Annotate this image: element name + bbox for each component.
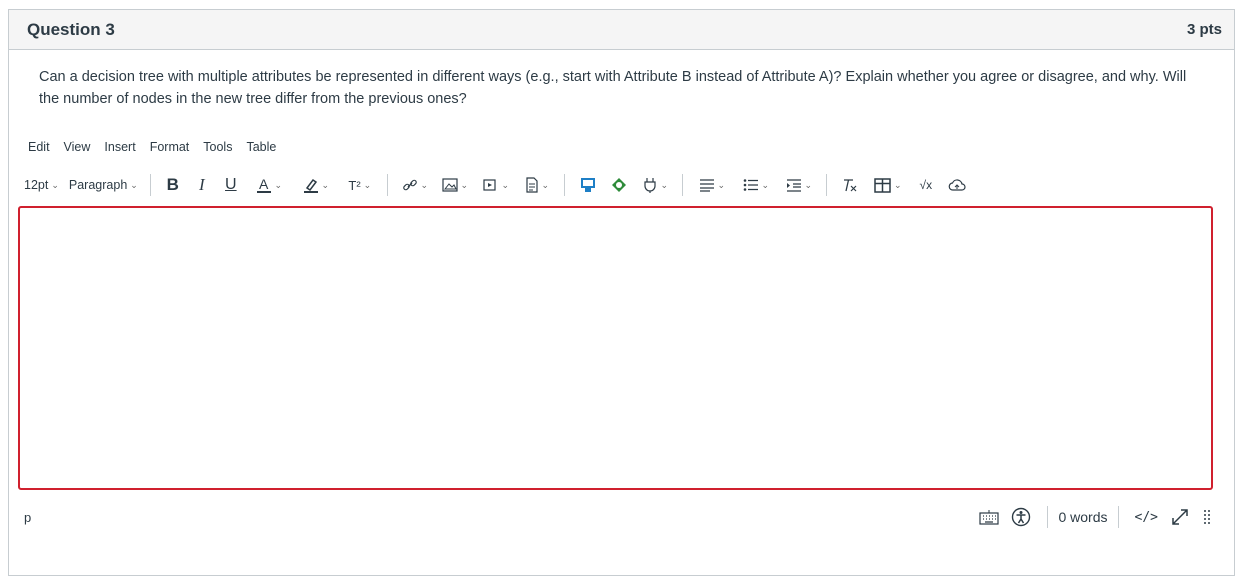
menu-edit[interactable]: Edit	[28, 140, 50, 154]
chevron-down-icon: ⌄	[501, 179, 510, 190]
chevron-down-icon: ⌄	[660, 179, 669, 190]
chevron-down-icon: ⌄	[130, 179, 138, 190]
align-icon	[699, 179, 714, 192]
toolbar-divider	[563, 174, 565, 196]
toolbar-divider	[149, 174, 151, 196]
keyboard-icon	[979, 510, 1000, 525]
bullet-list-icon	[743, 179, 758, 191]
question-text: Can a decision tree with multiple attrib…	[39, 69, 1187, 107]
question-header: Question 3 3 pts	[9, 10, 1234, 50]
element-path[interactable]: p	[24, 510, 31, 525]
recycle-icon	[611, 178, 626, 192]
apps-tool-icon	[580, 178, 595, 192]
superscript-icon: T²	[348, 177, 361, 193]
accessibility-icon	[1012, 507, 1031, 527]
media-icon	[482, 179, 496, 191]
plug-icon	[643, 178, 656, 193]
plugin-button[interactable]: ⌄	[639, 172, 671, 198]
link-icon	[402, 179, 417, 191]
link-button[interactable]: ⌄	[400, 172, 430, 198]
toolbar-divider	[681, 174, 683, 196]
question-points: 3 pts	[1186, 21, 1222, 38]
chevron-down-icon: ⌄	[541, 179, 550, 190]
fullscreen-button[interactable]	[1170, 507, 1190, 527]
menu-view[interactable]: View	[64, 140, 91, 154]
html-editor-toggle[interactable]: </>	[1135, 510, 1158, 525]
apps-tool-button[interactable]	[577, 172, 599, 198]
keyboard-shortcuts-button[interactable]	[979, 509, 1000, 525]
menu-tools[interactable]: Tools	[203, 140, 232, 154]
chevron-down-icon: ⌄	[274, 179, 283, 190]
document-button[interactable]: ⌄	[521, 172, 553, 198]
toolbar-divider	[825, 174, 827, 196]
block-format-select[interactable]: Paragraph ⌄	[69, 172, 138, 198]
document-icon	[525, 177, 538, 193]
underline-icon: U	[225, 176, 237, 193]
square-root-icon: √x	[919, 178, 933, 192]
font-size-value: 12pt	[24, 178, 49, 192]
table-button[interactable]: ⌄	[870, 172, 906, 198]
menu-insert[interactable]: Insert	[104, 140, 135, 154]
editor-statusbar: p 0 words </>	[18, 502, 1218, 532]
highlighter-icon	[303, 178, 318, 193]
word-count[interactable]: 0 words	[1047, 506, 1119, 528]
font-size-select[interactable]: 12pt ⌄	[24, 172, 59, 198]
text-color-button[interactable]: A ⌄	[250, 172, 288, 198]
commons-button[interactable]	[608, 172, 630, 198]
image-button[interactable]: ⌄	[439, 172, 471, 198]
accessibility-checker-button[interactable]	[1011, 507, 1031, 527]
media-button[interactable]: ⌄	[480, 172, 512, 198]
svg-text:A: A	[259, 176, 269, 192]
align-button[interactable]: ⌄	[695, 172, 729, 198]
toolbar-divider	[386, 174, 388, 196]
bold-button[interactable]: B	[163, 172, 183, 198]
editor-menubar: Edit View Insert Format Tools Table	[28, 140, 290, 154]
chevron-down-icon: ⌄	[804, 179, 813, 190]
indent-button[interactable]: ⌄	[783, 172, 815, 198]
underline-button[interactable]: U	[221, 172, 241, 198]
cloud-button[interactable]	[946, 172, 968, 198]
drag-handle-icon	[1204, 510, 1210, 524]
table-icon	[874, 177, 891, 193]
chevron-down-icon: ⌄	[894, 179, 902, 190]
rich-text-editor-area[interactable]	[18, 206, 1213, 490]
statusbar-actions: 0 words </>	[973, 506, 1218, 528]
resize-handle[interactable]	[1202, 508, 1212, 526]
italic-icon: I	[198, 175, 205, 194]
list-button[interactable]: ⌄	[738, 172, 774, 198]
menu-table[interactable]: Table	[246, 140, 276, 154]
superscript-button[interactable]: T² ⌄	[344, 172, 376, 198]
equation-button[interactable]: √x	[915, 172, 937, 198]
editor-toolbar: 12pt ⌄ Paragraph ⌄ B I U A ⌄ ⌄ T² ⌄ ⌄ ⌄ …	[24, 172, 977, 198]
bold-icon: B	[166, 175, 179, 194]
clear-formatting-button[interactable]	[839, 172, 861, 198]
chevron-down-icon: ⌄	[420, 179, 429, 190]
text-color-icon: A	[256, 176, 271, 193]
question-title: Question 3	[27, 19, 115, 39]
menu-format[interactable]: Format	[150, 140, 190, 154]
image-icon	[441, 178, 458, 192]
block-format-value: Paragraph	[68, 178, 128, 192]
expand-icon	[1172, 509, 1188, 525]
indent-icon	[786, 179, 801, 192]
chevron-down-icon: ⌄	[717, 179, 726, 190]
chevron-down-icon: ⌄	[761, 179, 770, 190]
chevron-down-icon: ⌄	[363, 179, 372, 190]
chevron-down-icon: ⌄	[460, 179, 469, 190]
chevron-down-icon: ⌄	[51, 179, 59, 190]
chevron-down-icon: ⌄	[321, 179, 330, 190]
clear-formatting-icon	[843, 179, 857, 192]
italic-button[interactable]: I	[192, 172, 212, 198]
cloud-icon	[948, 179, 966, 191]
highlight-color-button[interactable]: ⌄	[297, 172, 335, 198]
